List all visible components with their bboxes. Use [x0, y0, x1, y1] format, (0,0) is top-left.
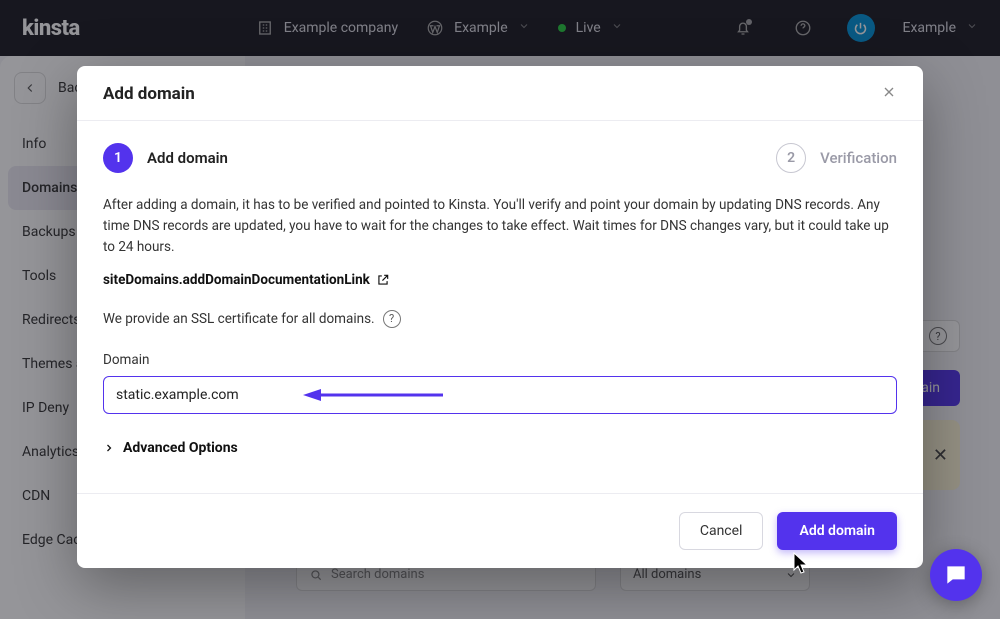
cancel-button[interactable]: Cancel: [679, 512, 764, 550]
add-domain-modal: Add domain 1 Add domain 2 Verification A…: [77, 66, 923, 568]
advanced-options-toggle[interactable]: Advanced Options: [103, 440, 897, 456]
help-icon[interactable]: ?: [383, 310, 401, 328]
modal-title: Add domain: [103, 84, 195, 104]
step2-label: Verification: [820, 149, 897, 167]
domain-input[interactable]: [103, 376, 897, 414]
chat-icon: [943, 562, 969, 588]
ssl-note: We provide an SSL certificate for all do…: [103, 310, 897, 328]
intercom-chat-button[interactable]: [930, 549, 982, 601]
modal-close-button[interactable]: [881, 84, 897, 104]
external-link-icon: [376, 273, 390, 287]
add-domain-submit-button[interactable]: Add domain: [777, 512, 897, 550]
modal-stepper: 1 Add domain 2 Verification: [103, 143, 897, 173]
domain-field-label: Domain: [103, 352, 897, 368]
step-2: 2 Verification: [776, 143, 897, 173]
step-number-icon: 1: [103, 143, 133, 173]
description-text: After adding a domain, it has to be veri…: [103, 195, 897, 258]
documentation-link[interactable]: siteDomains.addDomainDocumentationLink: [103, 272, 897, 288]
step-number-icon: 2: [776, 143, 806, 173]
step1-label: Add domain: [147, 149, 228, 167]
chevron-right-icon: [103, 442, 115, 454]
close-icon: [881, 84, 897, 100]
step-1: 1 Add domain: [103, 143, 228, 173]
